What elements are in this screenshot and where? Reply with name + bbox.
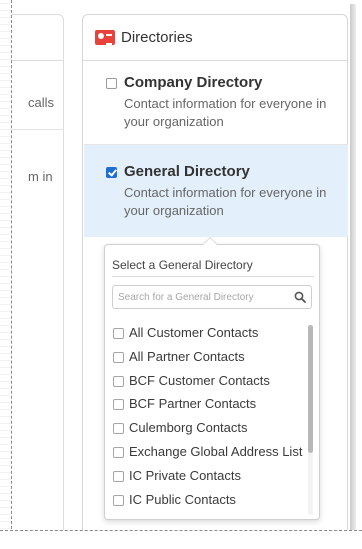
dropdown-label: Select a General Directory	[112, 258, 253, 272]
list-scrollbar[interactable]	[308, 325, 313, 515]
company-directory-checkbox[interactable]	[106, 78, 117, 89]
list-item-checkbox[interactable]	[113, 399, 124, 411]
list-item[interactable]: Culemborg Contacts	[105, 418, 311, 442]
list-item-label: IC Private Contacts	[129, 467, 241, 483]
list-item[interactable]: IC Private Contacts	[105, 466, 311, 490]
search-icon[interactable]	[294, 291, 306, 303]
company-directory-option[interactable]: Company Directory Contact information fo…	[84, 62, 348, 145]
torn-edge-bottom	[0, 530, 362, 549]
dropdown-divider	[112, 276, 314, 277]
left-panel-text-fragment: m in	[28, 169, 53, 184]
list-item[interactable]: All Customer Contacts	[105, 323, 311, 347]
company-directory-name: Company Directory	[124, 74, 263, 91]
directories-header: Directories	[83, 15, 347, 61]
list-item-label: Exchange Global Address List	[129, 443, 303, 459]
directories-title: Directories	[121, 29, 193, 46]
general-directory-search[interactable]	[112, 285, 312, 309]
list-item-checkbox[interactable]	[113, 328, 124, 339]
list-item-checkbox[interactable]	[113, 351, 124, 363]
list-item-checkbox[interactable]	[113, 423, 124, 435]
list-item[interactable]: BCF Customer Contacts	[105, 371, 311, 395]
general-directory-search-input[interactable]	[118, 289, 288, 305]
screenshot-shadow	[350, 4, 356, 534]
directory-list: All Customer Contacts All Partner Contac…	[105, 323, 311, 517]
list-item-checkbox[interactable]	[113, 494, 124, 506]
list-item-label: BCF Partner Contacts	[129, 396, 257, 412]
company-directory-description: Contact information for everyone in your…	[124, 96, 327, 129]
general-directory-checkbox[interactable]	[106, 167, 117, 178]
list-item[interactable]: All Partner Contacts	[105, 347, 311, 371]
list-item-checkbox[interactable]	[113, 470, 124, 482]
torn-edge-left	[0, 0, 12, 549]
left-panel-partial: calls m in	[12, 14, 64, 534]
general-directory-option[interactable]: General Directory Contact information fo…	[84, 145, 348, 237]
list-item[interactable]: Exchange Global Address List	[105, 442, 311, 466]
list-item[interactable]: BCF Partner Contacts	[105, 394, 311, 418]
list-item-checkbox[interactable]	[113, 446, 124, 458]
scrollbar-thumb[interactable]	[308, 325, 313, 453]
general-directory-name: General Directory	[124, 163, 250, 180]
list-item-label: All Customer Contacts	[129, 325, 259, 340]
list-item-label: Culemborg Contacts	[129, 420, 248, 436]
list-item-label: All Partner Contacts	[129, 348, 245, 364]
list-item-label: BCF Customer Contacts	[129, 372, 270, 388]
left-panel-header	[12, 15, 63, 61]
directory-card-icon	[95, 30, 115, 45]
list-item[interactable]: IC Public Contacts	[105, 490, 311, 514]
general-directory-description: Contact information for everyone in your…	[124, 185, 327, 218]
list-item-label: IC Public Contacts	[129, 491, 236, 507]
list-item-checkbox[interactable]	[113, 375, 124, 387]
general-directory-dropdown: Select a General Directory All Customer …	[104, 237, 320, 520]
left-panel-text-fragment: calls	[28, 95, 55, 110]
left-panel-divider	[12, 129, 64, 130]
